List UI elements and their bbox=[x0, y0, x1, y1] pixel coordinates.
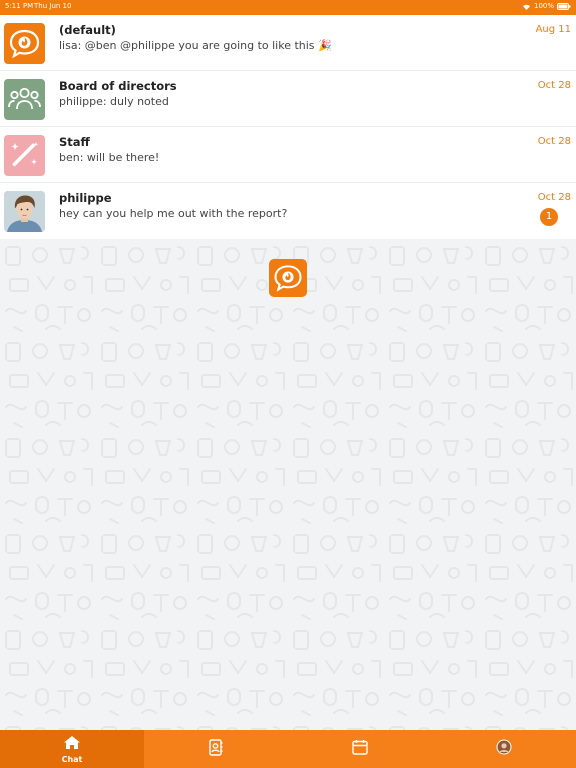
chat-date: Oct 28 bbox=[537, 136, 571, 147]
chat-name: philippe bbox=[59, 191, 112, 205]
tab-chat[interactable]: Chat bbox=[0, 730, 144, 768]
status-bar: 5:11 PM Thu Jun 10 100% bbox=[0, 0, 576, 15]
status-date: Thu Jun 10 bbox=[34, 2, 72, 10]
home-icon bbox=[63, 735, 81, 754]
chat-list: (default) lisa: @ben @philippe you are g… bbox=[0, 15, 576, 239]
chat-preview: ben: will be there! bbox=[59, 151, 160, 164]
user-photo bbox=[4, 191, 45, 232]
tab-calendar[interactable] bbox=[288, 730, 432, 768]
chat-preview: lisa: @ben @philippe you are going to li… bbox=[59, 39, 332, 52]
chat-row-board-of-directors[interactable]: Board of directors philippe: duly noted … bbox=[0, 71, 576, 127]
magic-wand-icon bbox=[4, 135, 45, 176]
chat-name: Board of directors bbox=[59, 79, 177, 93]
chat-name: (default) bbox=[59, 23, 116, 37]
chat-date: Aug 11 bbox=[535, 24, 571, 35]
tab-profile[interactable] bbox=[432, 730, 576, 768]
group-people-icon bbox=[4, 79, 45, 120]
tab-label: Chat bbox=[61, 754, 83, 764]
chat-date: Oct 28 bbox=[537, 192, 571, 203]
chat-background-pattern bbox=[0, 239, 576, 730]
unread-badge: 1 bbox=[540, 208, 558, 226]
contacts-icon bbox=[209, 738, 223, 760]
wifi-icon bbox=[522, 3, 531, 10]
tab-bar: Chat bbox=[0, 730, 576, 768]
chat-row-default[interactable]: (default) lisa: @ben @philippe you are g… bbox=[0, 15, 576, 71]
chat-preview: hey can you help me out with the report? bbox=[59, 207, 288, 220]
battery-percent: 100% bbox=[533, 2, 554, 10]
app-logo-icon bbox=[269, 259, 307, 297]
chat-row-staff[interactable]: Staff ben: will be there! Oct 28 bbox=[0, 127, 576, 183]
status-right: 100% bbox=[522, 1, 571, 12]
chat-name: Staff bbox=[59, 135, 90, 149]
status-time: 5:11 PM bbox=[5, 2, 34, 10]
chat-preview: philippe: duly noted bbox=[59, 95, 169, 108]
tab-contacts[interactable] bbox=[144, 730, 288, 768]
calendar-icon bbox=[352, 739, 368, 759]
chat-date: Oct 28 bbox=[537, 80, 571, 91]
profile-avatar bbox=[496, 739, 512, 759]
battery-icon bbox=[557, 3, 571, 10]
chat-row-philippe[interactable]: philippe hey can you help me out with th… bbox=[0, 183, 576, 239]
chat-bubble-logo-icon bbox=[4, 23, 45, 64]
